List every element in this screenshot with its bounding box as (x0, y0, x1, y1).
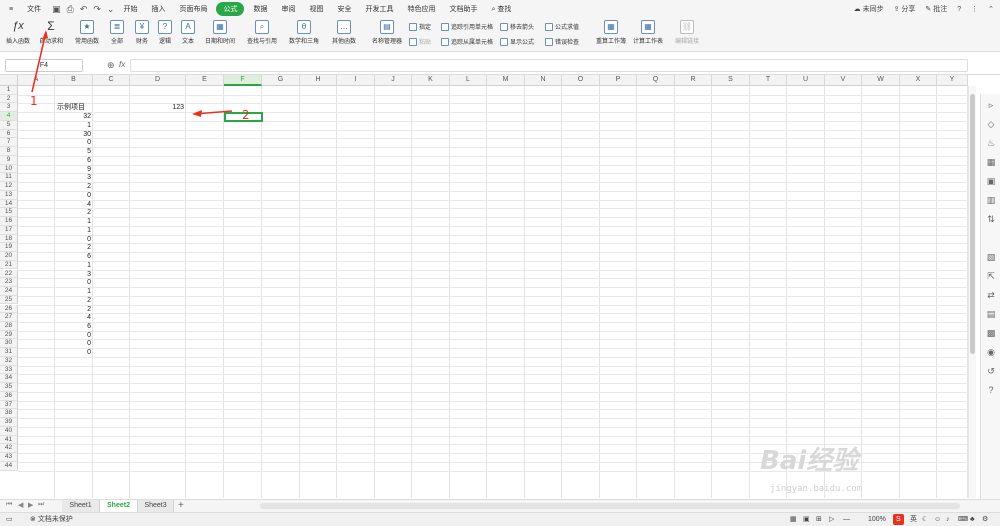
sheet-tab-3[interactable]: Sheet3 (138, 500, 174, 512)
page-layout-icon[interactable]: ▣ (803, 513, 810, 526)
horizontal-scrollbar[interactable] (260, 503, 960, 509)
watermark-url: jingyan.baidu.com (770, 484, 863, 494)
arrow-1-head (42, 30, 48, 40)
last-sheet-icon[interactable]: ⏭ (38, 501, 44, 509)
ime-logo-icon[interactable]: S (893, 514, 904, 525)
tools-icon[interactable]: ⚙ (982, 513, 988, 526)
arrow-1 (31, 31, 47, 93)
add-sheet-button[interactable]: + (178, 500, 184, 511)
status-icon: ▭ (6, 516, 13, 523)
sheet-tab-bar: ⏮ ◀ ▶ ⏭ Sheet1 Sheet2 Sheet3 + (0, 499, 1000, 512)
keyboard-icon[interactable]: ⌨ (958, 513, 968, 526)
page-break-icon[interactable]: ⊞ (816, 513, 822, 526)
sheet-tab-1[interactable]: Sheet1 (62, 500, 100, 512)
zoom-level[interactable]: 100% (868, 513, 886, 526)
normal-view-icon[interactable]: ▦ (790, 513, 797, 526)
annotation-label-1: 1 (30, 94, 38, 108)
annotation-label-2: 2 (242, 108, 250, 122)
arrow-2-head (192, 110, 202, 117)
reading-mode-icon[interactable]: ▷ (829, 513, 834, 526)
emoji-icon[interactable]: ☺ (934, 513, 941, 526)
first-sheet-icon[interactable]: ⏮ (6, 501, 12, 509)
protect-label: 文档未保护 (37, 516, 73, 523)
ime-mode[interactable]: 英 (910, 513, 917, 526)
status-bar: ▭ ⊗ 文档未保护 ▦ ▣ ⊞ ▷ — 100% S 英 ☾ ☺ ♪ ⌨ ♣ ⚙ (0, 512, 1000, 526)
watermark-brand: Bai经验 (760, 446, 859, 476)
mic-icon[interactable]: ♪ (946, 513, 950, 526)
sheet-tab-2[interactable]: Sheet2 (100, 500, 138, 512)
protect-status[interactable]: ⊗ 文档未保护 (30, 513, 73, 526)
next-sheet-icon[interactable]: ▶ (28, 501, 33, 509)
prev-sheet-icon[interactable]: ◀ (18, 501, 23, 509)
skin-icon[interactable]: ♣ (970, 513, 975, 526)
moon-icon[interactable]: ☾ (922, 513, 928, 526)
zoom-out-icon[interactable]: — (843, 513, 850, 526)
